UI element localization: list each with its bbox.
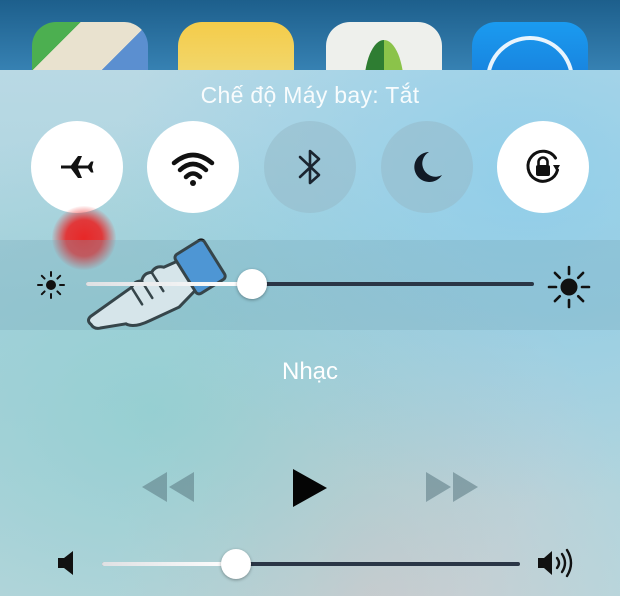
fast-forward-icon[interactable] (424, 470, 480, 504)
home-screen-background (0, 0, 620, 80)
rotation-lock-icon (526, 149, 560, 183)
wifi-icon (171, 152, 215, 186)
do-not-disturb-toggle[interactable] (381, 121, 473, 213)
bluetooth-icon (298, 149, 321, 185)
rotation-lock-toggle[interactable] (497, 121, 589, 213)
play-icon[interactable] (290, 467, 330, 509)
volume-slider-fill (102, 562, 236, 566)
bluetooth-toggle[interactable] (264, 121, 356, 213)
control-center-panel: Chế độ Máy bay: Tắt Nhạc (0, 70, 620, 596)
speaker-low-icon (58, 551, 73, 575)
volume-slider-track[interactable] (102, 562, 520, 566)
volume-slider-thumb[interactable] (220, 549, 251, 579)
sun-small-icon (37, 271, 65, 299)
brightness-slider-track[interactable] (86, 282, 534, 286)
moon-icon (414, 152, 442, 182)
brightness-slider-thumb[interactable] (236, 269, 267, 299)
airplane-mode-toggle[interactable] (31, 121, 123, 213)
speaker-high-icon (538, 548, 573, 578)
wifi-toggle[interactable] (147, 121, 239, 213)
sun-large-icon (547, 265, 591, 309)
airplane-mode-status: Chế độ Máy bay: Tắt (200, 82, 420, 108)
airplane-icon (61, 156, 94, 178)
music-title: Nhạc (281, 358, 339, 385)
brightness-slider-fill (86, 282, 252, 286)
rewind-icon[interactable] (140, 470, 196, 504)
